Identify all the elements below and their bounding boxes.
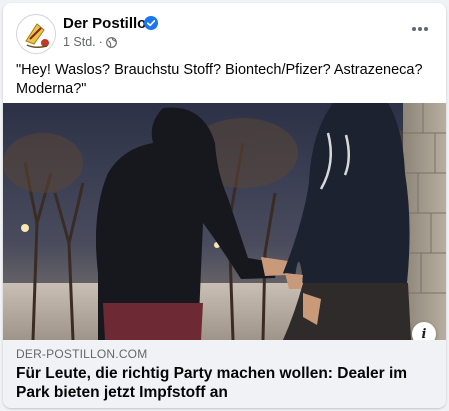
info-icon: i [421,326,427,341]
more-options-icon [412,27,428,31]
link-preview[interactable]: DER-POSTILLON.COM Für Leute, die richtig… [3,340,446,408]
verified-badge-icon [144,16,158,30]
post-caption: "Hey! Waslos? Brauchstu Stoff? Biontech/… [16,62,423,97]
post-meta: 1 Std. · [63,35,117,49]
page-avatar[interactable] [16,14,56,54]
image-info-button[interactable]: i [412,322,436,340]
post-image[interactable]: i [3,103,446,340]
park-photo [3,103,446,340]
page-name[interactable]: Der Postillon [63,15,156,32]
feed-post: Der Postillon 1 Std. · "Hey! Waslos? Bra… [3,3,446,408]
link-domain: DER-POSTILLON.COM [16,347,148,361]
globe-icon[interactable] [105,37,117,48]
more-options-button[interactable] [404,17,436,41]
post-header: Der Postillon 1 Std. · [3,3,446,61]
meta-separator: · [98,35,103,49]
post-timestamp[interactable]: 1 Std. [63,35,96,49]
link-headline[interactable]: Für Leute, die richtig Party machen woll… [16,364,436,402]
postillon-logo-icon [18,16,55,53]
